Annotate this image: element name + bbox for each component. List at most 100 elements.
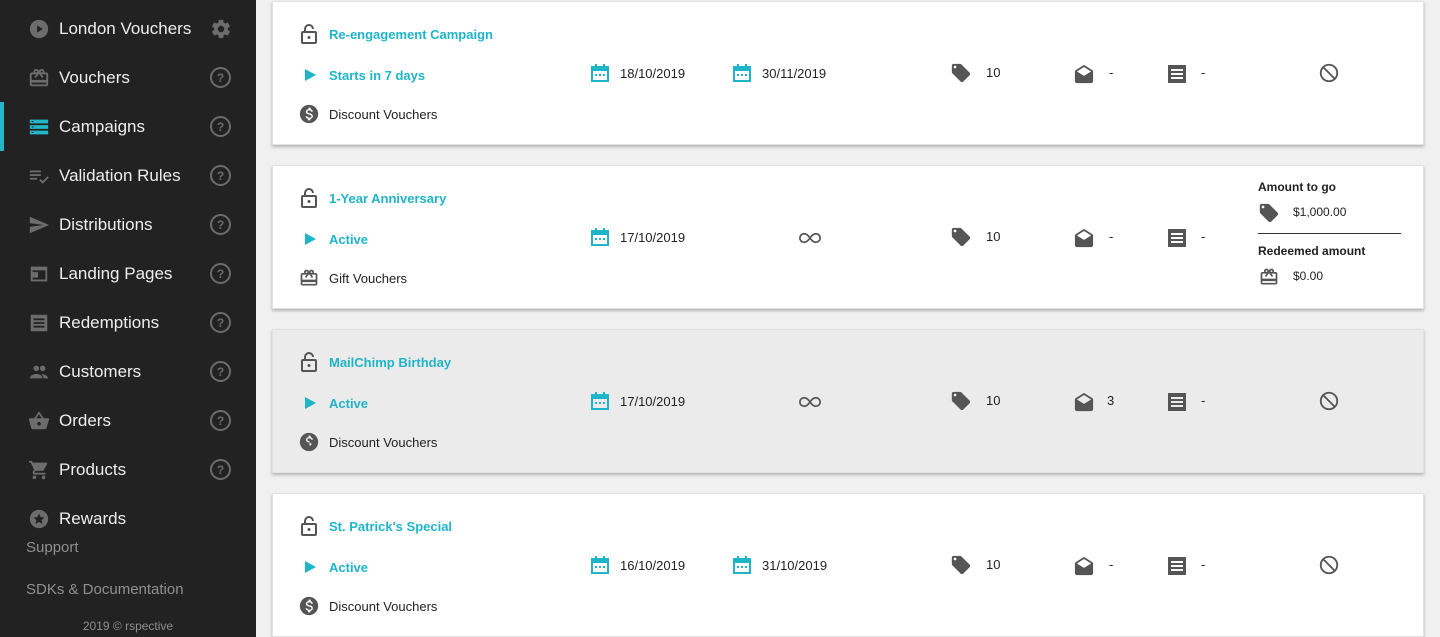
play-icon bbox=[299, 64, 321, 86]
sidebar-item-redemptions[interactable]: Redemptions ? bbox=[0, 298, 256, 347]
campaign-title[interactable]: 1-Year Anniversary bbox=[329, 191, 446, 206]
validation-icon bbox=[27, 164, 51, 188]
play-circle-icon bbox=[27, 17, 51, 41]
support-link[interactable]: Support bbox=[26, 539, 79, 556]
campaign-type: Discount Vouchers bbox=[329, 435, 438, 450]
calendar-icon bbox=[589, 390, 611, 412]
redemptions-count: - bbox=[1201, 229, 1206, 244]
help-icon[interactable]: ? bbox=[210, 410, 231, 431]
receipt-icon bbox=[1166, 63, 1188, 85]
envelope-open-icon bbox=[1073, 63, 1095, 85]
envelope-open-icon bbox=[1073, 555, 1095, 577]
landing-page-icon bbox=[27, 262, 51, 286]
start-date: 17/10/2019 bbox=[620, 230, 686, 245]
sidebar-item-campaigns[interactable]: Campaigns ? bbox=[0, 102, 256, 151]
sidebar-item-label: Redemptions bbox=[59, 312, 160, 332]
tag-icon bbox=[950, 226, 972, 248]
lock-open-icon[interactable] bbox=[298, 187, 320, 209]
campaign-list: Re-engagement Campaign Starts in 7 days … bbox=[256, 0, 1440, 637]
dollar-icon bbox=[298, 595, 320, 617]
sidebar-item-products[interactable]: Products ? bbox=[0, 445, 256, 494]
vouchers-count: 10 bbox=[986, 393, 1001, 408]
sidebar-item-label: Customers bbox=[59, 361, 142, 381]
redemptions-count: - bbox=[1201, 393, 1206, 408]
campaign-status: Active bbox=[329, 396, 369, 411]
campaign-type: Discount Vouchers bbox=[329, 599, 438, 614]
amount-to-go-value: $1,000.00 bbox=[1293, 205, 1347, 219]
sidebar-item-label: Products bbox=[59, 459, 127, 479]
sidebar-item-label: Distributions bbox=[59, 214, 153, 234]
tag-icon bbox=[1258, 202, 1280, 224]
calendar-icon bbox=[731, 554, 753, 576]
calendar-icon bbox=[589, 226, 611, 248]
sidebar-item-label: Landing Pages bbox=[59, 263, 173, 283]
campaign-title[interactable]: MailChimp Birthday bbox=[329, 355, 451, 370]
help-icon[interactable]: ? bbox=[210, 263, 231, 284]
play-icon bbox=[299, 228, 321, 250]
tag-icon bbox=[950, 554, 972, 576]
receipt-icon bbox=[1166, 227, 1188, 249]
redemptions-count: - bbox=[1201, 65, 1206, 80]
lock-open-icon[interactable] bbox=[298, 515, 320, 537]
vouchers-count: 10 bbox=[986, 65, 1001, 80]
campaign-status: Active bbox=[329, 232, 369, 247]
sidebar-item-customers[interactable]: Customers ? bbox=[0, 347, 256, 396]
campaign-card[interactable]: St. Patrick's Special Active 16/10/2019 … bbox=[272, 493, 1424, 637]
help-icon[interactable]: ? bbox=[210, 165, 231, 186]
receipt-icon bbox=[1166, 555, 1188, 577]
campaign-card[interactable]: 1-Year Anniversary Active 17/10/2019 10 … bbox=[272, 165, 1424, 309]
sidebar-item-validation-rules[interactable]: Validation Rules ? bbox=[0, 151, 256, 200]
calendar-icon bbox=[731, 62, 753, 84]
redeemed-amount-value: $0.00 bbox=[1293, 269, 1324, 283]
envelope-open-icon bbox=[1073, 227, 1095, 249]
star-icon bbox=[27, 507, 51, 531]
amount-to-go-label: Amount to go bbox=[1258, 180, 1336, 194]
calendar-icon bbox=[589, 62, 611, 84]
campaign-title[interactable]: St. Patrick's Special bbox=[329, 519, 452, 534]
project-switcher[interactable]: London Vouchers bbox=[0, 4, 256, 53]
copyright: 2019 © rspective bbox=[82, 619, 174, 633]
redeemed-amount-label: Redeemed amount bbox=[1258, 244, 1366, 258]
people-icon bbox=[27, 360, 51, 384]
sidebar-item-label: Vouchers bbox=[59, 67, 130, 87]
help-icon[interactable]: ? bbox=[210, 312, 231, 333]
lock-open-icon[interactable] bbox=[298, 351, 320, 373]
help-icon[interactable]: ? bbox=[210, 116, 231, 137]
receipt-icon bbox=[1166, 391, 1188, 413]
distributions-count: - bbox=[1109, 557, 1114, 572]
sidebar-item-distributions[interactable]: Distributions ? bbox=[0, 200, 256, 249]
gear-icon[interactable] bbox=[210, 18, 232, 40]
campaign-status: Starts in 7 days bbox=[329, 68, 426, 83]
end-date: 31/10/2019 bbox=[762, 558, 828, 573]
block-icon[interactable] bbox=[1318, 390, 1340, 412]
campaign-type: Discount Vouchers bbox=[329, 107, 438, 122]
help-icon[interactable]: ? bbox=[210, 459, 231, 480]
project-name: London Vouchers bbox=[59, 18, 192, 38]
campaign-title[interactable]: Re-engagement Campaign bbox=[329, 27, 493, 42]
campaign-status: Active bbox=[329, 560, 369, 575]
end-date: 30/11/2019 bbox=[762, 66, 827, 81]
start-date: 16/10/2019 bbox=[620, 558, 686, 573]
sidebar-item-landing-pages[interactable]: Landing Pages ? bbox=[0, 249, 256, 298]
lock-open-icon[interactable] bbox=[298, 23, 320, 45]
help-icon[interactable]: ? bbox=[210, 67, 231, 88]
docs-link[interactable]: SDKs & Documentation bbox=[26, 581, 184, 598]
campaign-card[interactable]: MailChimp Birthday Active 17/10/2019 10 … bbox=[272, 329, 1424, 473]
infinity-icon bbox=[799, 227, 821, 249]
help-icon[interactable]: ? bbox=[210, 214, 231, 235]
campaign-card[interactable]: Re-engagement Campaign Starts in 7 days … bbox=[272, 1, 1424, 145]
sidebar-item-rewards[interactable]: Rewards bbox=[0, 494, 256, 543]
block-icon[interactable] bbox=[1318, 554, 1340, 576]
campaigns-icon bbox=[27, 115, 51, 139]
sidebar-item-label: Campaigns bbox=[59, 116, 145, 136]
help-icon[interactable]: ? bbox=[210, 361, 231, 382]
gift-icon bbox=[298, 267, 320, 289]
play-icon bbox=[299, 392, 321, 414]
sidebar-item-label: Rewards bbox=[59, 508, 127, 528]
infinity-icon bbox=[799, 391, 821, 413]
distributions-count: 3 bbox=[1107, 393, 1115, 408]
sidebar-item-vouchers[interactable]: Vouchers ? bbox=[0, 53, 256, 102]
sidebar-item-label: Orders bbox=[59, 410, 111, 430]
sidebar-item-orders[interactable]: Orders ? bbox=[0, 396, 256, 445]
block-icon[interactable] bbox=[1318, 62, 1340, 84]
